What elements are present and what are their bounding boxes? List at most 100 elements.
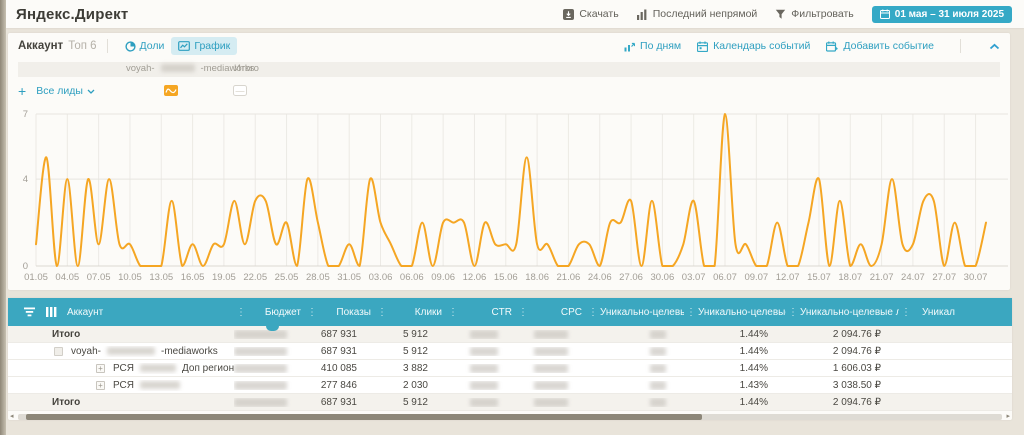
column-header-leads_pct[interactable]: ⋮Уникально-целевые лиды % — [684, 298, 786, 326]
attribution-model-button[interactable]: Последний непрямой — [637, 8, 758, 20]
row-checkbox[interactable] — [54, 347, 63, 356]
horizontal-scrollbar[interactable]: ◂ ▸ — [18, 414, 1002, 420]
add-event-button[interactable]: Добавить событие — [826, 40, 934, 52]
date-range-button[interactable]: 01 мая – 31 июля 2025 — [872, 6, 1012, 23]
account-cell: + РСЯ — [8, 380, 234, 391]
clicks-cell: 5 912 — [375, 397, 446, 408]
table-row[interactable]: Итого687 9315 9121.44%2 094.76 ₽ — [8, 394, 1012, 411]
scrollbar-thumb[interactable] — [26, 414, 702, 420]
table-row[interactable]: +РСЯДоп регионы410 0853 8821.44%1 606.03… — [8, 360, 1012, 377]
impressions-cell: 687 931 — [305, 397, 375, 408]
column-header-label: Уникал — [913, 307, 959, 318]
total-swatch-inactive[interactable] — [233, 85, 247, 96]
budget-cell — [234, 381, 305, 390]
svg-text:13.05: 13.05 — [149, 272, 173, 283]
svg-text:27.06: 27.06 — [619, 272, 643, 283]
filter-rows-icon[interactable] — [24, 307, 36, 317]
table-row[interactable]: +РСЯ277 8462 0301.43%3 038.50 ₽ — [8, 377, 1012, 394]
events-calendar-label: Календарь событий — [713, 40, 810, 52]
calendar-events-icon — [697, 41, 708, 52]
censored-value — [650, 330, 666, 339]
lead_cost-cell: 3 038.50 ₽ — [786, 380, 899, 391]
column-header-label: CPC — [530, 307, 586, 318]
legend-controls-row: + Все лиды — [18, 80, 1000, 102]
column-menu-icon[interactable]: ⋮ — [375, 307, 389, 318]
columns-icon[interactable] — [46, 307, 57, 317]
svg-text:06.06: 06.06 — [400, 272, 424, 283]
column-header-label: CTR — [460, 307, 516, 318]
expand-row-icon[interactable]: + — [96, 364, 105, 373]
column-menu-icon[interactable]: ⋮ — [684, 307, 698, 318]
clicks-cell: 5 912 — [375, 346, 446, 357]
view-shares-button[interactable]: Доли — [118, 37, 172, 55]
column-header-label: Клики — [389, 307, 446, 318]
budget-cell — [234, 347, 305, 356]
column-header-cpc[interactable]: ⋮CPC — [516, 298, 586, 326]
expand-row-icon[interactable]: + — [96, 381, 105, 390]
metric-dropdown[interactable]: Все лиды — [36, 85, 95, 97]
column-header-ctr[interactable]: ⋮CTR — [446, 298, 516, 326]
column-menu-icon[interactable]: ⋮ — [446, 307, 460, 318]
events-calendar-button[interactable]: Календарь событий — [697, 40, 810, 52]
ctr-cell — [446, 330, 516, 339]
svg-text:01.05: 01.05 — [24, 272, 48, 283]
leads-cell — [586, 381, 684, 390]
line-chart[interactable]: 01.0504.0507.0510.0513.0516.0519.0522.05… — [8, 102, 1010, 290]
collapse-chart-button[interactable] — [989, 43, 1000, 50]
column-header-leads[interactable]: ⋮Уникально-целевые лиды — [586, 298, 684, 326]
column-menu-icon[interactable]: ⋮ — [899, 307, 913, 318]
ctr-cell — [446, 398, 516, 407]
download-button[interactable]: Скачать — [563, 8, 618, 20]
column-header-clicks[interactable]: ⋮Клики — [375, 298, 446, 326]
view-shares-label: Доли — [140, 40, 165, 52]
column-menu-icon[interactable]: ⋮ — [586, 307, 600, 318]
column-header-lead_cost[interactable]: ⋮Уникально-целевые лиды цена — [786, 298, 899, 326]
filter-button[interactable]: Фильтровать — [775, 8, 853, 20]
account-name: РСЯ — [113, 380, 134, 391]
svg-text:18.07: 18.07 — [838, 272, 862, 283]
column-menu-icon[interactable]: ⋮ — [516, 307, 530, 318]
series-swatch-active[interactable] — [164, 85, 178, 96]
column-header-impressions[interactable]: ⋮Показы — [305, 298, 375, 326]
clicks-cell: 3 882 — [375, 363, 446, 374]
svg-text:16.05: 16.05 — [181, 272, 205, 283]
column-header-label: Показы — [319, 307, 375, 318]
column-header-extra[interactable]: ⋮Уникал — [899, 298, 959, 326]
attribution-model-label: Последний непрямой — [653, 8, 758, 20]
censored-value — [470, 347, 498, 356]
svg-text:18.06: 18.06 — [525, 272, 549, 283]
by-days-button[interactable]: По дням — [624, 40, 681, 52]
svg-text:28.05: 28.05 — [306, 272, 330, 283]
column-menu-icon[interactable]: ⋮ — [234, 307, 248, 318]
column-header-budget[interactable]: ⋮Бюджет — [234, 298, 305, 326]
scroll-right-arrow[interactable]: ▸ — [1006, 412, 1010, 420]
table-row[interactable]: voyah--mediaworks687 9315 9121.44%2 094.… — [8, 343, 1012, 360]
metric-dropdown-label: Все лиды — [36, 85, 83, 97]
cpc-cell — [516, 398, 586, 407]
svg-text:0: 0 — [23, 261, 28, 272]
svg-text:09.06: 09.06 — [431, 272, 455, 283]
view-graph-button[interactable]: График — [171, 37, 237, 55]
add-metric-button[interactable]: + — [18, 86, 26, 96]
account-name: Итого — [52, 397, 80, 408]
censored-value — [650, 364, 666, 373]
censored-value — [234, 364, 287, 373]
svg-text:15.06: 15.06 — [494, 272, 518, 283]
column-menu-icon[interactable]: ⋮ — [786, 307, 800, 318]
add-event-label: Добавить событие — [843, 40, 934, 52]
top-n-label: Топ 6 — [68, 40, 96, 52]
filter-label: Фильтровать — [791, 8, 853, 20]
svg-text:03.06: 03.06 — [369, 272, 393, 283]
table-row[interactable]: Итого687 9315 9121.44%2 094.76 ₽ — [8, 326, 1012, 343]
leads_pct-cell: 1.43% — [684, 380, 786, 391]
column-menu-icon[interactable]: ⋮ — [305, 307, 319, 318]
cpc-cell — [516, 364, 586, 373]
leads-cell — [586, 364, 684, 373]
account-name: РСЯ — [113, 363, 134, 374]
column-header-name[interactable]: Аккаунт — [8, 298, 234, 326]
impressions-cell: 687 931 — [305, 346, 375, 357]
download-icon — [563, 9, 574, 20]
scroll-left-arrow[interactable]: ◂ — [10, 412, 14, 420]
censored-value — [534, 347, 568, 356]
divider — [107, 39, 108, 53]
